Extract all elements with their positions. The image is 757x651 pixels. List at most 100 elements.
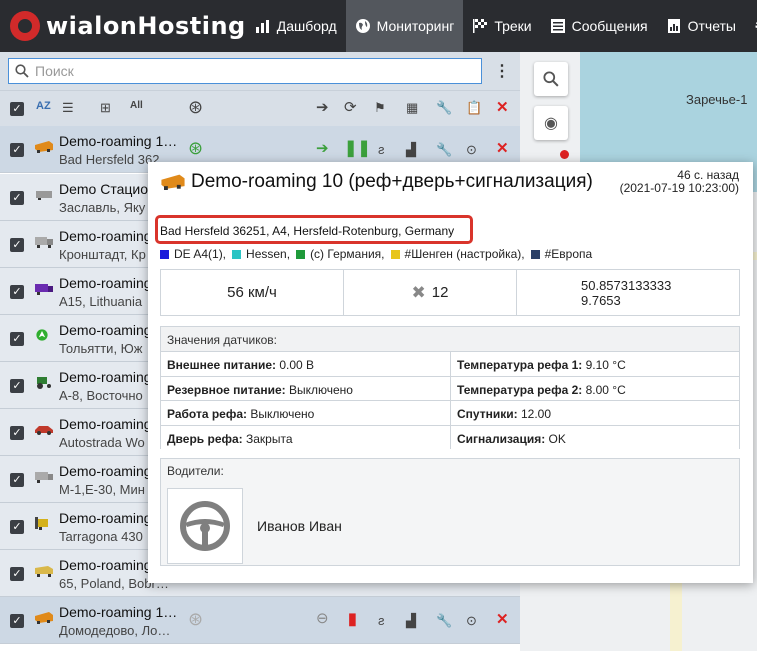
unit-checkbox[interactable]: ✓: [10, 238, 24, 252]
sensors-panel: Значения датчиков: Внешнее питание: 0.00…: [160, 326, 740, 449]
geofence-item[interactable]: (c) Германия,: [296, 247, 385, 261]
popup-title: Demo-roaming 10 (реф+дверь+сигнализация): [191, 171, 593, 192]
nav-messages[interactable]: Сообщения: [541, 0, 657, 52]
unit-checkbox[interactable]: ✓: [10, 520, 24, 534]
sensor-value: Выключено: [250, 407, 315, 421]
arrow-icon: [36, 329, 48, 341]
latitude: 50.8573133333: [581, 277, 672, 293]
globe-icon: [355, 19, 370, 33]
geofence-color: [232, 249, 242, 259]
car-icon: [35, 426, 53, 435]
geofence-item[interactable]: #Европа: [530, 247, 592, 261]
events-icon[interactable]: ƨ: [378, 142, 385, 157]
remove-icon[interactable]: ✕: [496, 610, 509, 628]
logo-text: wialonHosting: [46, 12, 246, 40]
logo[interactable]: wialonHosting: [0, 0, 246, 52]
sort-az-icon[interactable]: AZ: [36, 100, 51, 112]
add-unit-icon[interactable]: ⊞: [100, 100, 111, 116]
sensor-row: Работа рефа: Выключено: [161, 400, 451, 425]
unit-checkbox[interactable]: ✓: [10, 473, 24, 487]
unit-checkbox[interactable]: ✓: [10, 567, 24, 581]
driver-wheel-icon[interactable]: ⊛: [188, 609, 203, 630]
sensor-value: Закрыта: [246, 431, 293, 446]
speed-value: 56 км/ч: [227, 284, 277, 301]
dropdown-icon[interactable]: ⊙: [466, 142, 477, 158]
events-icon[interactable]: ƨ: [378, 613, 385, 628]
map-search-button[interactable]: [534, 62, 568, 96]
command-column-icon[interactable]: ➔: [316, 98, 329, 116]
more-menu-icon[interactable]: ⋮: [494, 61, 510, 81]
nav-messages-label: Сообщения: [571, 18, 648, 34]
nav-tracks-label: Треки: [494, 18, 532, 34]
report-icon: [667, 19, 680, 33]
wrench-icon[interactable]: 🔧: [436, 613, 452, 629]
loader-icon: [35, 517, 48, 530]
delete-column-icon[interactable]: ✕: [496, 98, 509, 116]
unit-checkbox[interactable]: ✓: [10, 191, 24, 205]
geofence-item[interactable]: Hessen,: [232, 247, 290, 261]
unit-name: Demo-roaming: [59, 275, 152, 291]
unit-name: Demo-roaming 1…: [59, 604, 178, 620]
unit-checkbox[interactable]: ✓: [10, 426, 24, 440]
eye-icon: ◉: [544, 115, 558, 132]
search-input[interactable]: [35, 63, 475, 79]
driver-wheel-icon[interactable]: ⊛: [188, 138, 203, 159]
unit-address: M-1,E-30, Мин: [59, 482, 145, 497]
report-bars-icon[interactable]: ▟: [406, 613, 416, 629]
unit-checkbox[interactable]: ✓: [10, 332, 24, 346]
sensor-name: Температура рефа 2:: [457, 382, 583, 397]
nav-settings[interactable]: [745, 0, 757, 52]
list-view-icon[interactable]: ☰: [62, 100, 74, 116]
truck-icon: [35, 237, 53, 248]
nav-dashboard[interactable]: Дашборд: [246, 0, 346, 52]
unit-name: Demo-roaming: [59, 228, 152, 244]
trailer-icon: [36, 191, 52, 200]
geofence-label: (c) Германия,: [310, 247, 385, 261]
wrench-icon[interactable]: 🔧: [436, 142, 452, 158]
events-column-icon[interactable]: ⟳: [344, 98, 357, 116]
stop-icon[interactable]: ▮: [348, 609, 357, 629]
nav-tracks[interactable]: Треки: [463, 0, 540, 52]
reports-column-icon[interactable]: ▦: [406, 100, 418, 116]
driver-name: Иванов Иван: [257, 518, 342, 534]
driver-avatar[interactable]: [167, 488, 243, 564]
remove-icon[interactable]: ✕: [496, 139, 509, 157]
unit-checkbox[interactable]: ✓: [10, 614, 24, 628]
report-bars-icon[interactable]: ▟: [406, 142, 416, 158]
sensor-row: Сигнализация: OK: [451, 424, 739, 449]
map-marker[interactable]: [560, 150, 569, 159]
nav-reports[interactable]: Отчеты: [657, 0, 745, 52]
dropdown-icon[interactable]: ⊙: [466, 613, 477, 629]
clipboard-column-icon[interactable]: 📋: [466, 100, 482, 116]
satellites-value: 12: [431, 284, 449, 301]
send-command-icon[interactable]: ➔: [316, 139, 329, 157]
truck-icon: [35, 472, 53, 483]
sensor-value: 8.00 °C: [585, 382, 626, 397]
last-message-time: (2021-07-19 10:23:00): [619, 181, 739, 195]
select-all-checkbox[interactable]: ✓: [10, 102, 24, 116]
steering-wheel-icon: [180, 501, 230, 551]
unit-checkbox[interactable]: ✓: [10, 379, 24, 393]
unit-row[interactable]: ✓ Demo-roaming 1… Домодедово, Ло… ⊛ ⊖ ▮ …: [0, 597, 520, 644]
pause-icon[interactable]: ❚❚: [344, 138, 371, 158]
driver-column-icon[interactable]: ⊛: [188, 97, 203, 118]
nav-monitoring[interactable]: Мониторинг: [345, 0, 464, 52]
minus-icon[interactable]: ⊖: [316, 609, 329, 627]
tools-column-icon[interactable]: 🔧: [436, 100, 452, 116]
geofence-item[interactable]: DE A4(1),: [160, 247, 226, 261]
sensor-name: Резервное питание:: [167, 382, 286, 397]
sensor-row: Резервное питание: Выключено: [161, 375, 451, 400]
sensor-name: Дверь рефа:: [167, 431, 243, 446]
tracks-column-icon[interactable]: ⚑: [374, 100, 386, 116]
search-box[interactable]: [8, 58, 482, 84]
geofence-item[interactable]: #Шенген (настройка),: [390, 247, 525, 261]
unit-name: Demo-roaming: [59, 369, 152, 385]
map-visibility-button[interactable]: ◉: [534, 106, 568, 140]
sensor-name: Внешнее питание:: [167, 358, 276, 372]
add-all-icon[interactable]: All: [130, 100, 143, 111]
unit-checkbox[interactable]: ✓: [10, 143, 24, 157]
unit-stats: 56 км/ч ✖ 12 50.8573133333 9.7653: [160, 269, 740, 316]
unit-address: Autostrada Wo: [59, 435, 145, 450]
unit-checkbox[interactable]: ✓: [10, 285, 24, 299]
unit-address: Кронштадт, Кр: [59, 247, 146, 262]
